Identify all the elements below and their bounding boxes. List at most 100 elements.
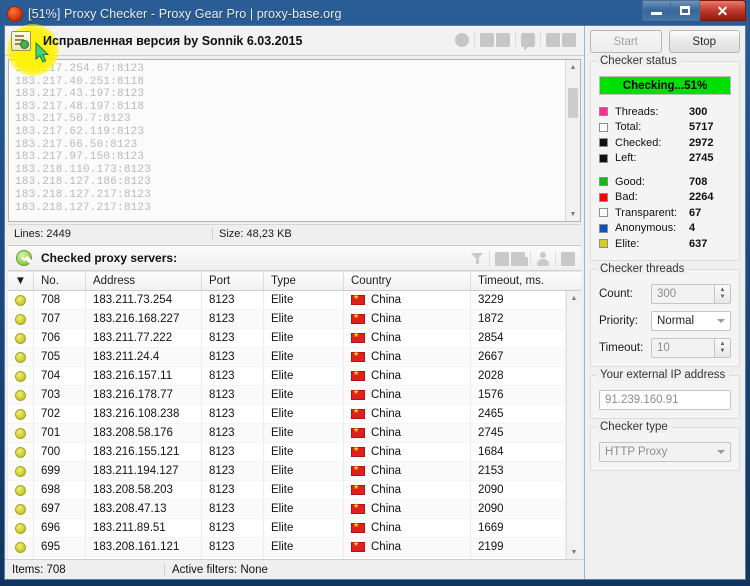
table-row[interactable]: 702183.216.108.2388123EliteChina2465 xyxy=(8,405,566,424)
header-toolbar xyxy=(455,32,576,51)
stop-icon[interactable] xyxy=(480,32,494,47)
grid-scrollbar[interactable]: ▲ ▼ xyxy=(566,291,581,559)
cell-type: Elite xyxy=(264,481,344,499)
table-row[interactable]: 703183.216.178.778123EliteChina1576 xyxy=(8,386,566,405)
grid-toolbar xyxy=(471,251,575,266)
source-list-status: Lines: 2449 Size: 48,23 KB xyxy=(8,224,581,242)
cell-country: China xyxy=(344,519,471,537)
status-bar: Items: 708 Active filters: None xyxy=(5,559,584,579)
cell-country: China xyxy=(344,443,471,461)
toolbar-separator xyxy=(515,32,516,47)
start-button[interactable]: Start xyxy=(590,30,662,53)
cell-timeout: 2090 xyxy=(471,500,566,518)
cell-port: 8123 xyxy=(202,538,264,556)
copy-icon[interactable] xyxy=(511,251,528,266)
comment-icon[interactable] xyxy=(521,32,535,51)
cell-port: 8123 xyxy=(202,462,264,480)
checker-status-group: Checker status Checking...51% Threads: 30… xyxy=(590,55,740,261)
priority-value: Normal xyxy=(657,314,695,327)
table-row[interactable]: 697183.208.47.138123EliteChina2090 xyxy=(8,500,566,519)
column-address[interactable]: Address xyxy=(86,272,202,290)
table-row[interactable]: 705183.211.24.48123EliteChina2667 xyxy=(8,348,566,367)
china-flag-icon xyxy=(351,350,365,362)
stop-button[interactable]: Stop xyxy=(668,30,740,53)
stat-color-swatch xyxy=(599,192,608,202)
stepper-up-icon[interactable]: ▲ xyxy=(720,341,726,348)
circle-icon[interactable] xyxy=(455,32,469,47)
cell-country: China xyxy=(344,386,471,404)
table-row[interactable]: 698183.208.58.2038123EliteChina2090 xyxy=(8,481,566,500)
status-stats: Threads: 300 Total: 5717 Checked: 2972 Left: 27… xyxy=(599,104,731,252)
china-flag-icon xyxy=(351,464,365,476)
table-row[interactable]: 704183.216.157.118123EliteChina2028 xyxy=(8,367,566,386)
table-row[interactable]: 708183.211.73.2548123EliteChina3229 xyxy=(8,291,566,310)
external-ip-input[interactable]: 91.239.160.91 xyxy=(599,389,731,410)
count-stepper[interactable]: ▲ ▼ xyxy=(714,284,730,303)
scroll-thumb[interactable] xyxy=(568,88,578,118)
cell-type: Elite xyxy=(264,348,344,366)
table-row[interactable]: 707183.216.168.2278123EliteChina1872 xyxy=(8,310,566,329)
cell-address: 183.216.178.77 xyxy=(86,386,202,404)
column-sort-indicator[interactable]: ▼ xyxy=(8,272,34,290)
close-button[interactable]: ✕ xyxy=(700,0,746,21)
priority-select[interactable]: Normal xyxy=(651,310,731,331)
cell-timeout: 2465 xyxy=(471,405,566,423)
export-icon[interactable] xyxy=(561,251,575,266)
cell-address: 183.211.24.4 xyxy=(86,348,202,366)
scroll-down-icon[interactable]: ▼ xyxy=(567,545,581,559)
proxy-source-text[interactable]: 183.217.254.67:8123 183.217.40.251:8118 … xyxy=(9,60,565,221)
stepper-down-icon[interactable]: ▼ xyxy=(720,348,726,355)
scroll-up-icon[interactable]: ▲ xyxy=(567,291,581,305)
stat-label: Transparent: xyxy=(615,206,677,219)
save-icon[interactable] xyxy=(495,251,509,266)
stat-value: 2264 xyxy=(689,191,714,204)
maximize-button[interactable] xyxy=(671,0,700,21)
source-list-scrollbar[interactable]: ▲ ▼ xyxy=(565,60,580,221)
square-icon[interactable] xyxy=(546,32,560,47)
green-check-icon xyxy=(16,250,32,266)
chevron-down-icon xyxy=(717,449,725,454)
table-row[interactable]: 701183.208.58.1768123EliteChina2745 xyxy=(8,424,566,443)
person-icon[interactable] xyxy=(536,251,550,266)
cell-timeout: 2153 xyxy=(471,462,566,480)
minimize-button[interactable] xyxy=(642,0,671,21)
cell-type: Elite xyxy=(264,367,344,385)
table-row[interactable]: 695183.208.161.1218123EliteChina2199 xyxy=(8,538,566,557)
cell-type: Elite xyxy=(264,500,344,518)
table-row[interactable]: 699183.211.194.1278123EliteChina2153 xyxy=(8,462,566,481)
checker-type-select[interactable]: HTTP Proxy xyxy=(599,441,731,462)
cell-address: 183.216.168.227 xyxy=(86,310,202,328)
folder-icon[interactable] xyxy=(496,32,510,47)
timeout-stepper[interactable]: ▲ ▼ xyxy=(714,338,730,357)
page-icon[interactable] xyxy=(562,32,576,47)
cell-address: 183.208.58.203 xyxy=(86,481,202,499)
grid-title: Checked proxy servers: xyxy=(41,251,178,265)
cell-port: 8123 xyxy=(202,367,264,385)
scroll-up-icon[interactable]: ▲ xyxy=(566,60,580,74)
column-port[interactable]: Port xyxy=(202,272,264,290)
column-type[interactable]: Type xyxy=(264,272,344,290)
progress-bar: Checking...51% xyxy=(599,76,731,95)
table-row[interactable]: 700183.216.155.1218123EliteChina1684 xyxy=(8,443,566,462)
cell-country: China xyxy=(344,329,471,347)
china-flag-icon xyxy=(351,426,365,438)
stat-row: Bad: 2264 xyxy=(599,190,731,206)
scroll-down-icon[interactable]: ▼ xyxy=(566,207,580,221)
active-filters: Active filters: None xyxy=(172,563,268,576)
proxy-source-list[interactable]: 183.217.254.67:8123 183.217.40.251:8118 … xyxy=(8,59,581,222)
stepper-down-icon[interactable]: ▼ xyxy=(720,294,726,301)
cell-no: 695 xyxy=(34,538,86,556)
stepper-up-icon[interactable]: ▲ xyxy=(720,287,726,294)
table-row[interactable]: 696183.211.89.518123EliteChina1669 xyxy=(8,519,566,538)
filter-icon[interactable] xyxy=(471,252,484,265)
count-input[interactable]: 300 ▲ ▼ xyxy=(651,283,731,304)
cell-port: 8123 xyxy=(202,519,264,537)
column-timeout[interactable]: Timeout, ms. xyxy=(471,272,581,290)
column-no[interactable]: No. xyxy=(34,272,86,290)
stat-value: 300 xyxy=(689,105,708,118)
load-list-icon[interactable] xyxy=(11,30,31,51)
table-row[interactable]: 706183.211.77.2228123EliteChina2854 xyxy=(8,329,566,348)
column-country[interactable]: Country xyxy=(344,272,471,290)
timeout-input[interactable]: 10 ▲ ▼ xyxy=(651,337,731,358)
cell-no: 705 xyxy=(34,348,86,366)
